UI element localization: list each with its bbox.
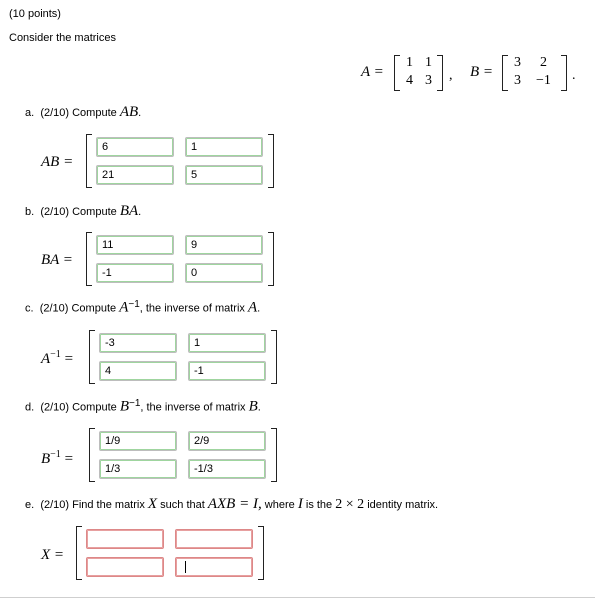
a-inv-22-input[interactable]: -1 [188, 361, 266, 381]
b-inv-12-input[interactable]: 2/9 [188, 431, 266, 451]
a-inv-21-input[interactable]: 4 [99, 361, 177, 381]
matrix-b-label: B = [470, 64, 494, 80]
part-c-left-bracket [89, 330, 95, 384]
part-d-right-bracket [271, 428, 277, 482]
ba-21-input[interactable]: -1 [96, 263, 174, 283]
part-a-right-bracket [268, 134, 274, 188]
x-21-input[interactable] [86, 557, 164, 577]
part-b-right-bracket [268, 232, 274, 286]
ab-22-input[interactable]: 5 [185, 165, 263, 185]
part-b-lhs: BA = [41, 252, 73, 268]
part-d-left-bracket [89, 428, 95, 482]
ba-11-input[interactable]: 11 [96, 235, 174, 255]
b-11: 3 [514, 55, 521, 70]
b-22: −1 [536, 73, 551, 88]
matrix-a-left-bracket [394, 55, 400, 91]
part-e-prompt: e. (2/10) Find the matrix X such that AX… [25, 496, 439, 512]
b-12: 2 [540, 55, 547, 70]
part-d-prompt: d. (2/10) Compute B−1, the inverse of ma… [25, 398, 261, 415]
part-c-right-bracket [271, 330, 277, 384]
ba-12-input[interactable]: 9 [185, 235, 263, 255]
a-inv-11-input[interactable]: -3 [99, 333, 177, 353]
matrix-a-right-bracket [437, 55, 443, 91]
ab-12-input[interactable]: 1 [185, 137, 263, 157]
part-e-left-bracket [76, 526, 82, 580]
part-a-prompt: a. (2/10) Compute AB. [25, 104, 142, 120]
b-21: 3 [514, 73, 521, 88]
part-a-lhs: AB = [41, 154, 74, 170]
end-period: . [572, 68, 576, 83]
a-21: 4 [406, 73, 413, 88]
part-c-prompt: c. (2/10) Compute A−1, the inverse of ma… [25, 299, 261, 316]
part-b-left-bracket [86, 232, 92, 286]
bottom-divider [0, 597, 595, 598]
b-inv-11-input[interactable]: 1/9 [99, 431, 177, 451]
part-a-left-bracket [86, 134, 92, 188]
part-b-prompt: b. (2/10) Compute BA. [25, 203, 142, 219]
points-label: (10 points) [9, 8, 61, 20]
a-12: 1 [425, 55, 432, 70]
a-inv-12-input[interactable]: 1 [188, 333, 266, 353]
matrix-b-left-bracket [502, 55, 508, 91]
matrix-b-right-bracket [561, 55, 567, 91]
a-11: 1 [406, 55, 413, 70]
part-e-lhs: X = [41, 547, 65, 563]
a-22: 3 [425, 73, 432, 88]
x-11-input[interactable] [86, 529, 164, 549]
x-22-input[interactable] [175, 557, 253, 577]
matrix-a-label: A = [361, 64, 384, 80]
ab-21-input[interactable]: 21 [96, 165, 174, 185]
ba-22-input[interactable]: 0 [185, 263, 263, 283]
x-12-input[interactable] [175, 529, 253, 549]
separator: , [449, 68, 453, 83]
part-d-lhs: B−1 = [41, 449, 74, 467]
b-inv-21-input[interactable]: 1/3 [99, 459, 177, 479]
b-inv-22-input[interactable]: -1/3 [188, 459, 266, 479]
part-c-lhs: A−1 = [41, 349, 74, 367]
part-e-right-bracket [258, 526, 264, 580]
intro-text: Consider the matrices [9, 32, 116, 44]
text-cursor [185, 561, 186, 574]
ab-11-input[interactable]: 6 [96, 137, 174, 157]
